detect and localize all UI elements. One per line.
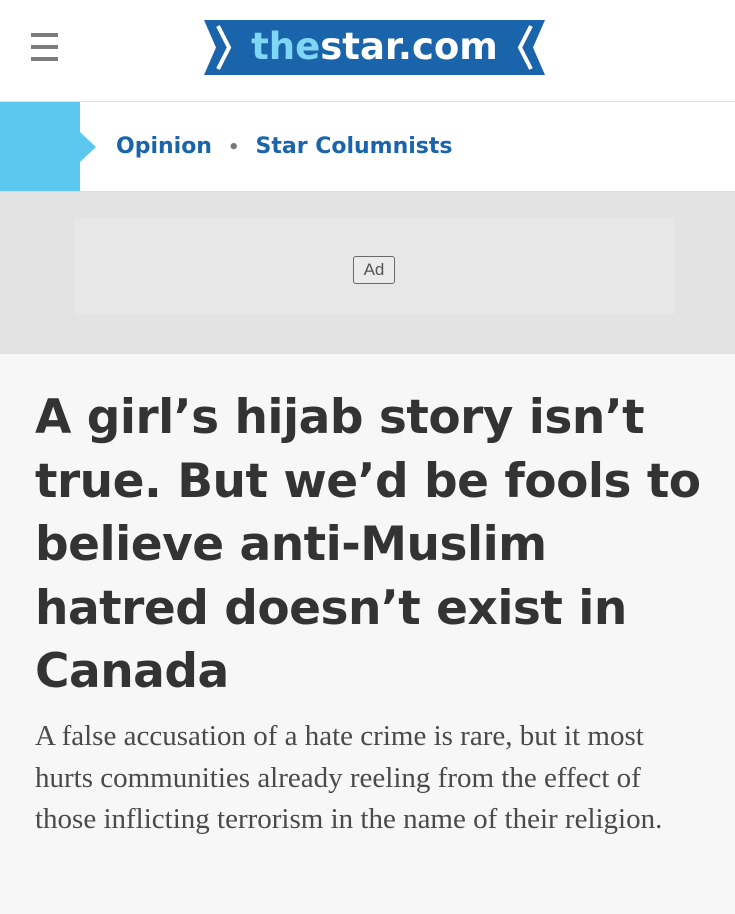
ad-label-badge: Ad [353, 256, 395, 284]
logo-prefix: the [251, 25, 321, 68]
menu-line [31, 33, 58, 37]
section-flag-icon [0, 102, 80, 191]
breadcrumb-separator: • [227, 137, 240, 158]
breadcrumb-star-columnists-link[interactable]: Star Columnists [256, 134, 453, 159]
logo-main: star.com [320, 25, 498, 68]
ad-banner[interactable]: Ad [0, 192, 735, 354]
breadcrumb: Opinion • Star Columnists [116, 102, 453, 191]
breadcrumb-opinion-link[interactable]: Opinion [116, 134, 212, 159]
section-nav: Opinion • Star Columnists [0, 102, 735, 192]
menu-line [31, 57, 58, 61]
flag-arrow-icon [80, 132, 96, 162]
hamburger-menu-icon[interactable] [31, 33, 58, 61]
site-header: thestar.com [0, 0, 735, 102]
logo-wordmark: thestar.com [204, 20, 545, 75]
menu-line [31, 45, 58, 49]
article-subhead: A false accusation of a hate crime is ra… [35, 720, 663, 835]
article-headline: A girl’s hijab story isn’t true. But we’… [35, 390, 701, 699]
site-logo[interactable]: thestar.com [204, 20, 545, 75]
